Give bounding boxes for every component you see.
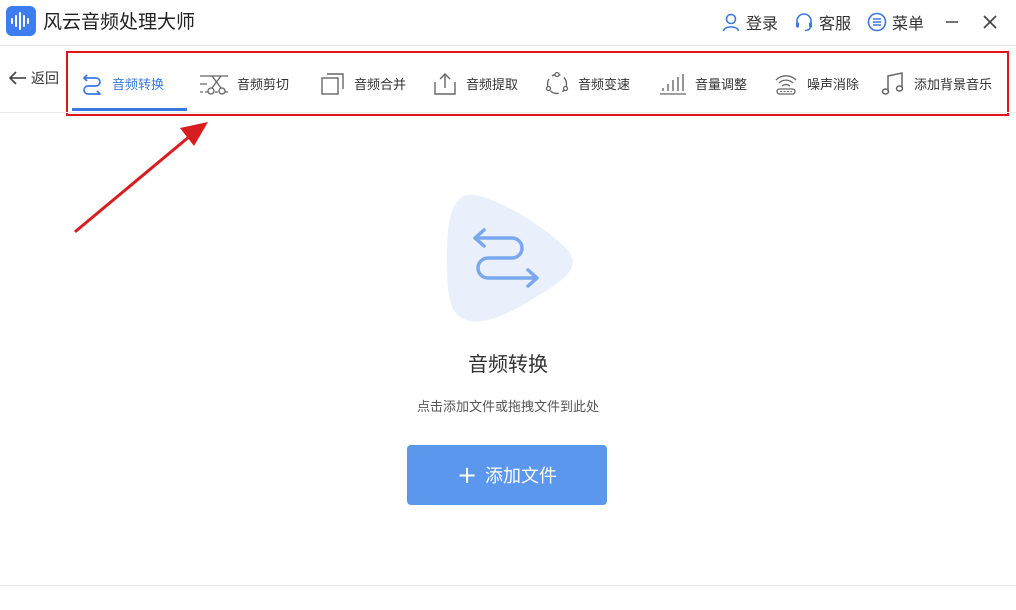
function-toolbar: 返回 音频转换 音频剪切 音频合并 音频提取 音频变速 音量调整 噪声消除 添加… [0, 48, 1016, 116]
service-label: 客服 [818, 14, 851, 33]
scissors-icon [200, 74, 228, 95]
back-button[interactable]: 返回 [8, 68, 59, 88]
back-label: 返回 [31, 71, 59, 87]
main-title: 音频转换 [468, 352, 548, 376]
tab-label: 音频转换 [112, 78, 165, 93]
volume-bars-icon [660, 73, 686, 95]
login-label: 登录 [745, 14, 778, 33]
service-button[interactable]: 客服 [794, 10, 851, 34]
add-file-button[interactable]: + 添加文件 [407, 445, 607, 505]
menu-list-icon [867, 12, 887, 32]
tab-label: 音频合并 [354, 78, 407, 93]
bottom-divider [0, 585, 1016, 586]
sound-wave-icon [6, 6, 36, 36]
tab-label: 音频剪切 [237, 78, 290, 93]
close-button[interactable] [978, 10, 1002, 34]
tab-audio-merge[interactable]: 音频合并 [320, 53, 406, 114]
headset-icon [795, 13, 812, 32]
tab-label: 音频变速 [578, 78, 631, 93]
tab-audio-cut[interactable]: 音频剪切 [199, 53, 289, 114]
menu-button[interactable]: 菜单 [867, 10, 924, 34]
add-file-label: 添加文件 [485, 466, 558, 487]
close-icon [983, 15, 997, 29]
tab-audio-extract[interactable]: 音频提取 [432, 53, 518, 114]
tab-noise-removal[interactable]: 噪声消除 [773, 53, 859, 114]
speed-circle-icon [545, 71, 569, 94]
app-title: 风云音频处理大师 [43, 11, 196, 33]
drop-hint-text: 点击添加文件或拖拽文件到此处 [416, 400, 599, 415]
plus-icon: + [456, 461, 478, 489]
title-bar: 风云音频处理大师 登录 客服 菜单 [0, 0, 1016, 44]
active-tab-underline [72, 108, 187, 111]
titlebar-divider [0, 45, 1016, 46]
minimize-icon [946, 21, 958, 23]
tab-audio-convert[interactable]: 音频转换 [80, 53, 164, 114]
noise-wave-icon [775, 74, 797, 95]
arrow-left-icon [8, 71, 26, 85]
tab-volume-adjust[interactable]: 音量调整 [659, 53, 747, 114]
hero-convert-icon [447, 194, 573, 322]
menu-label: 菜单 [891, 14, 924, 33]
tab-audio-speed[interactable]: 音频变速 [544, 53, 630, 114]
tab-add-background-music[interactable]: 添加背景音乐 [880, 53, 992, 114]
user-icon [722, 13, 740, 32]
tab-label: 音频提取 [466, 78, 519, 93]
tab-label: 噪声消除 [807, 78, 860, 93]
top-actions: 登录 客服 菜单 [721, 0, 1016, 44]
login-button[interactable]: 登录 [721, 10, 778, 34]
merge-squares-icon [321, 72, 344, 95]
tab-label: 音量调整 [695, 78, 748, 93]
tab-label: 添加背景音乐 [914, 78, 993, 93]
convert-arrows-icon [82, 73, 102, 95]
upload-tray-icon [434, 72, 456, 95]
music-note-icon [881, 71, 904, 95]
toolbar-divider [0, 112, 1016, 113]
minimize-button[interactable] [940, 10, 964, 34]
annotation-arrow [74, 122, 208, 233]
tabs-highlight-box: 音频转换 音频剪切 音频合并 音频提取 音频变速 音量调整 噪声消除 添加背景音… [66, 51, 1009, 116]
